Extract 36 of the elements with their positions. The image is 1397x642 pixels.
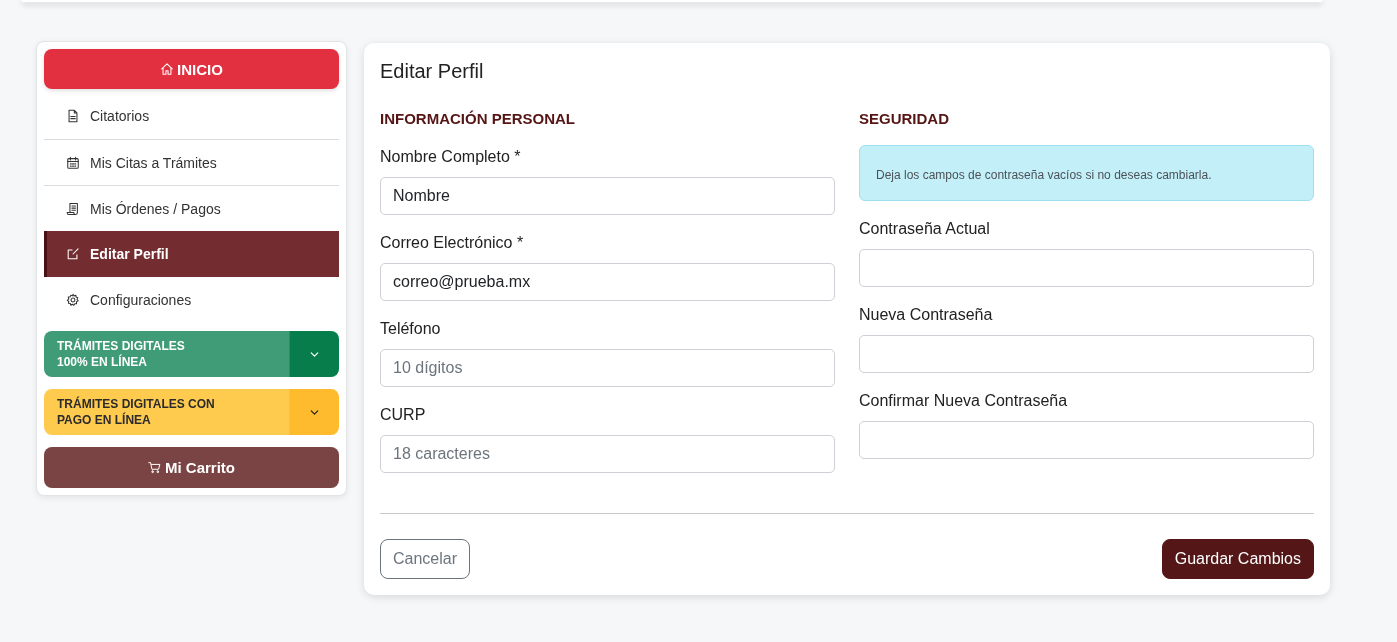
field-label: Nueva Contraseña [859,305,994,325]
field-label: Correo Electrónico * [380,233,525,253]
input-field[interactable]: 18 caracteres [380,435,835,473]
field-label: Confirmar Nueva Contraseña [859,391,1069,411]
save-button[interactable]: Guardar Cambios [1161,539,1314,579]
input-field[interactable]: Nombre [380,177,835,215]
sidebar-item[interactable]: Editar Perfil [44,231,339,277]
cancel-button[interactable]: Cancelar [380,539,471,579]
field-label: CURP [380,405,427,425]
input-field[interactable]: correo@prueba.mx [380,263,835,301]
dropdown-toggle[interactable] [289,331,339,377]
section-heading: SEGURIDAD [859,109,950,129]
category-button[interactable]: TRÁMITES DIGITALES CON PAGO EN LÍNEA [44,389,289,435]
input-field[interactable] [859,335,1314,373]
receipt-icon [66,201,80,216]
field-label: Nombre Completo * [380,147,522,167]
input-field[interactable]: 10 dígitos [380,349,835,387]
sidebar-item[interactable]: Mis Citas a Trámites [44,139,339,185]
cart-button[interactable]: Mi Carrito [44,447,339,488]
calendar-icon [66,155,80,170]
sidebar-item[interactable]: Citatorios [44,93,339,139]
info-alert: Deja los campos de contraseña vacíos si no deseas cambiarla. [859,145,1314,201]
settings-icon [66,293,80,307]
edit-icon [66,247,80,261]
dropdown-toggle[interactable] [289,389,339,435]
field-label: Contraseña Actual [859,219,991,239]
field-label: Teléfono [380,319,442,339]
section-heading: INFORMACIÓN PERSONAL [380,109,576,129]
input-field[interactable] [859,249,1314,287]
cart-icon [148,461,161,474]
home-icon [160,62,175,76]
sidebar-item[interactable]: Configuraciones [44,277,339,323]
input-field[interactable] [859,421,1314,459]
page-title: Editar Perfil [380,59,485,83]
home-button[interactable]: INICIO [44,49,339,89]
document-icon [66,109,80,123]
